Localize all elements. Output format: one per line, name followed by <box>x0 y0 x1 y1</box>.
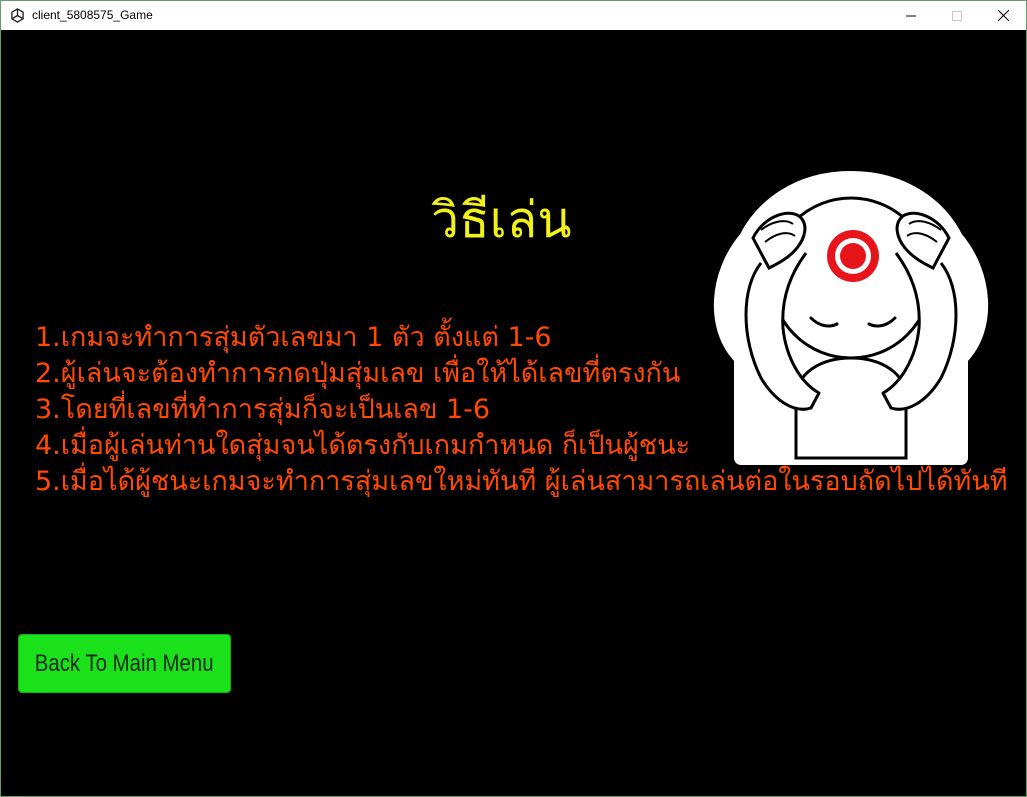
rule-item: 1.เกมจะทำการสุ่มตัวเลขมา 1 ตัว ตั้งแต่ 1… <box>35 322 552 353</box>
minimize-icon <box>906 15 916 16</box>
unity-icon <box>11 8 24 23</box>
rule-item: 3.โดยที่เลขที่ทำการสุ่มก็จะเป็นเลข 1-6 <box>35 394 491 425</box>
back-to-main-menu-button[interactable]: Back To Main Menu <box>18 634 231 693</box>
maximize-button[interactable] <box>934 1 980 30</box>
minimize-button[interactable] <box>888 1 934 30</box>
maximize-icon <box>952 10 962 21</box>
close-button[interactable] <box>980 1 1026 30</box>
window-title: client_5808575_Game <box>32 8 153 22</box>
title-bar[interactable]: client_5808575_Game <box>1 1 1026 30</box>
rule-item: 5.เมื่อได้ผู้ชนะเกมจะทำการสุ่มเลขใหม่ทัน… <box>35 466 1008 497</box>
rules-list: 1.เกมจะทำการสุ่มตัวเลขมา 1 ตัว ตั้งแต่ 1… <box>35 320 1010 500</box>
rule-item: 2.ผู้เล่นจะต้องทำการกดปุ่มสุ่มเลข เพื่อใ… <box>35 358 681 389</box>
back-button-label: Back To Main Menu <box>35 649 214 677</box>
game-window: client_5808575_Game วิธีเล่น 1.เกมจะทำกา… <box>0 0 1027 797</box>
rule-item: 4.เมื่อผู้เล่นท่านใดสุ่มจนได้ตรงกับเกมกำ… <box>35 430 691 461</box>
game-screen: วิธีเล่น 1.เกมจะทำการสุ่มตัวเลขมา 1 ตัว … <box>1 30 1026 796</box>
close-icon <box>997 10 1009 21</box>
page-title: วิธีเล่น <box>431 191 572 249</box>
